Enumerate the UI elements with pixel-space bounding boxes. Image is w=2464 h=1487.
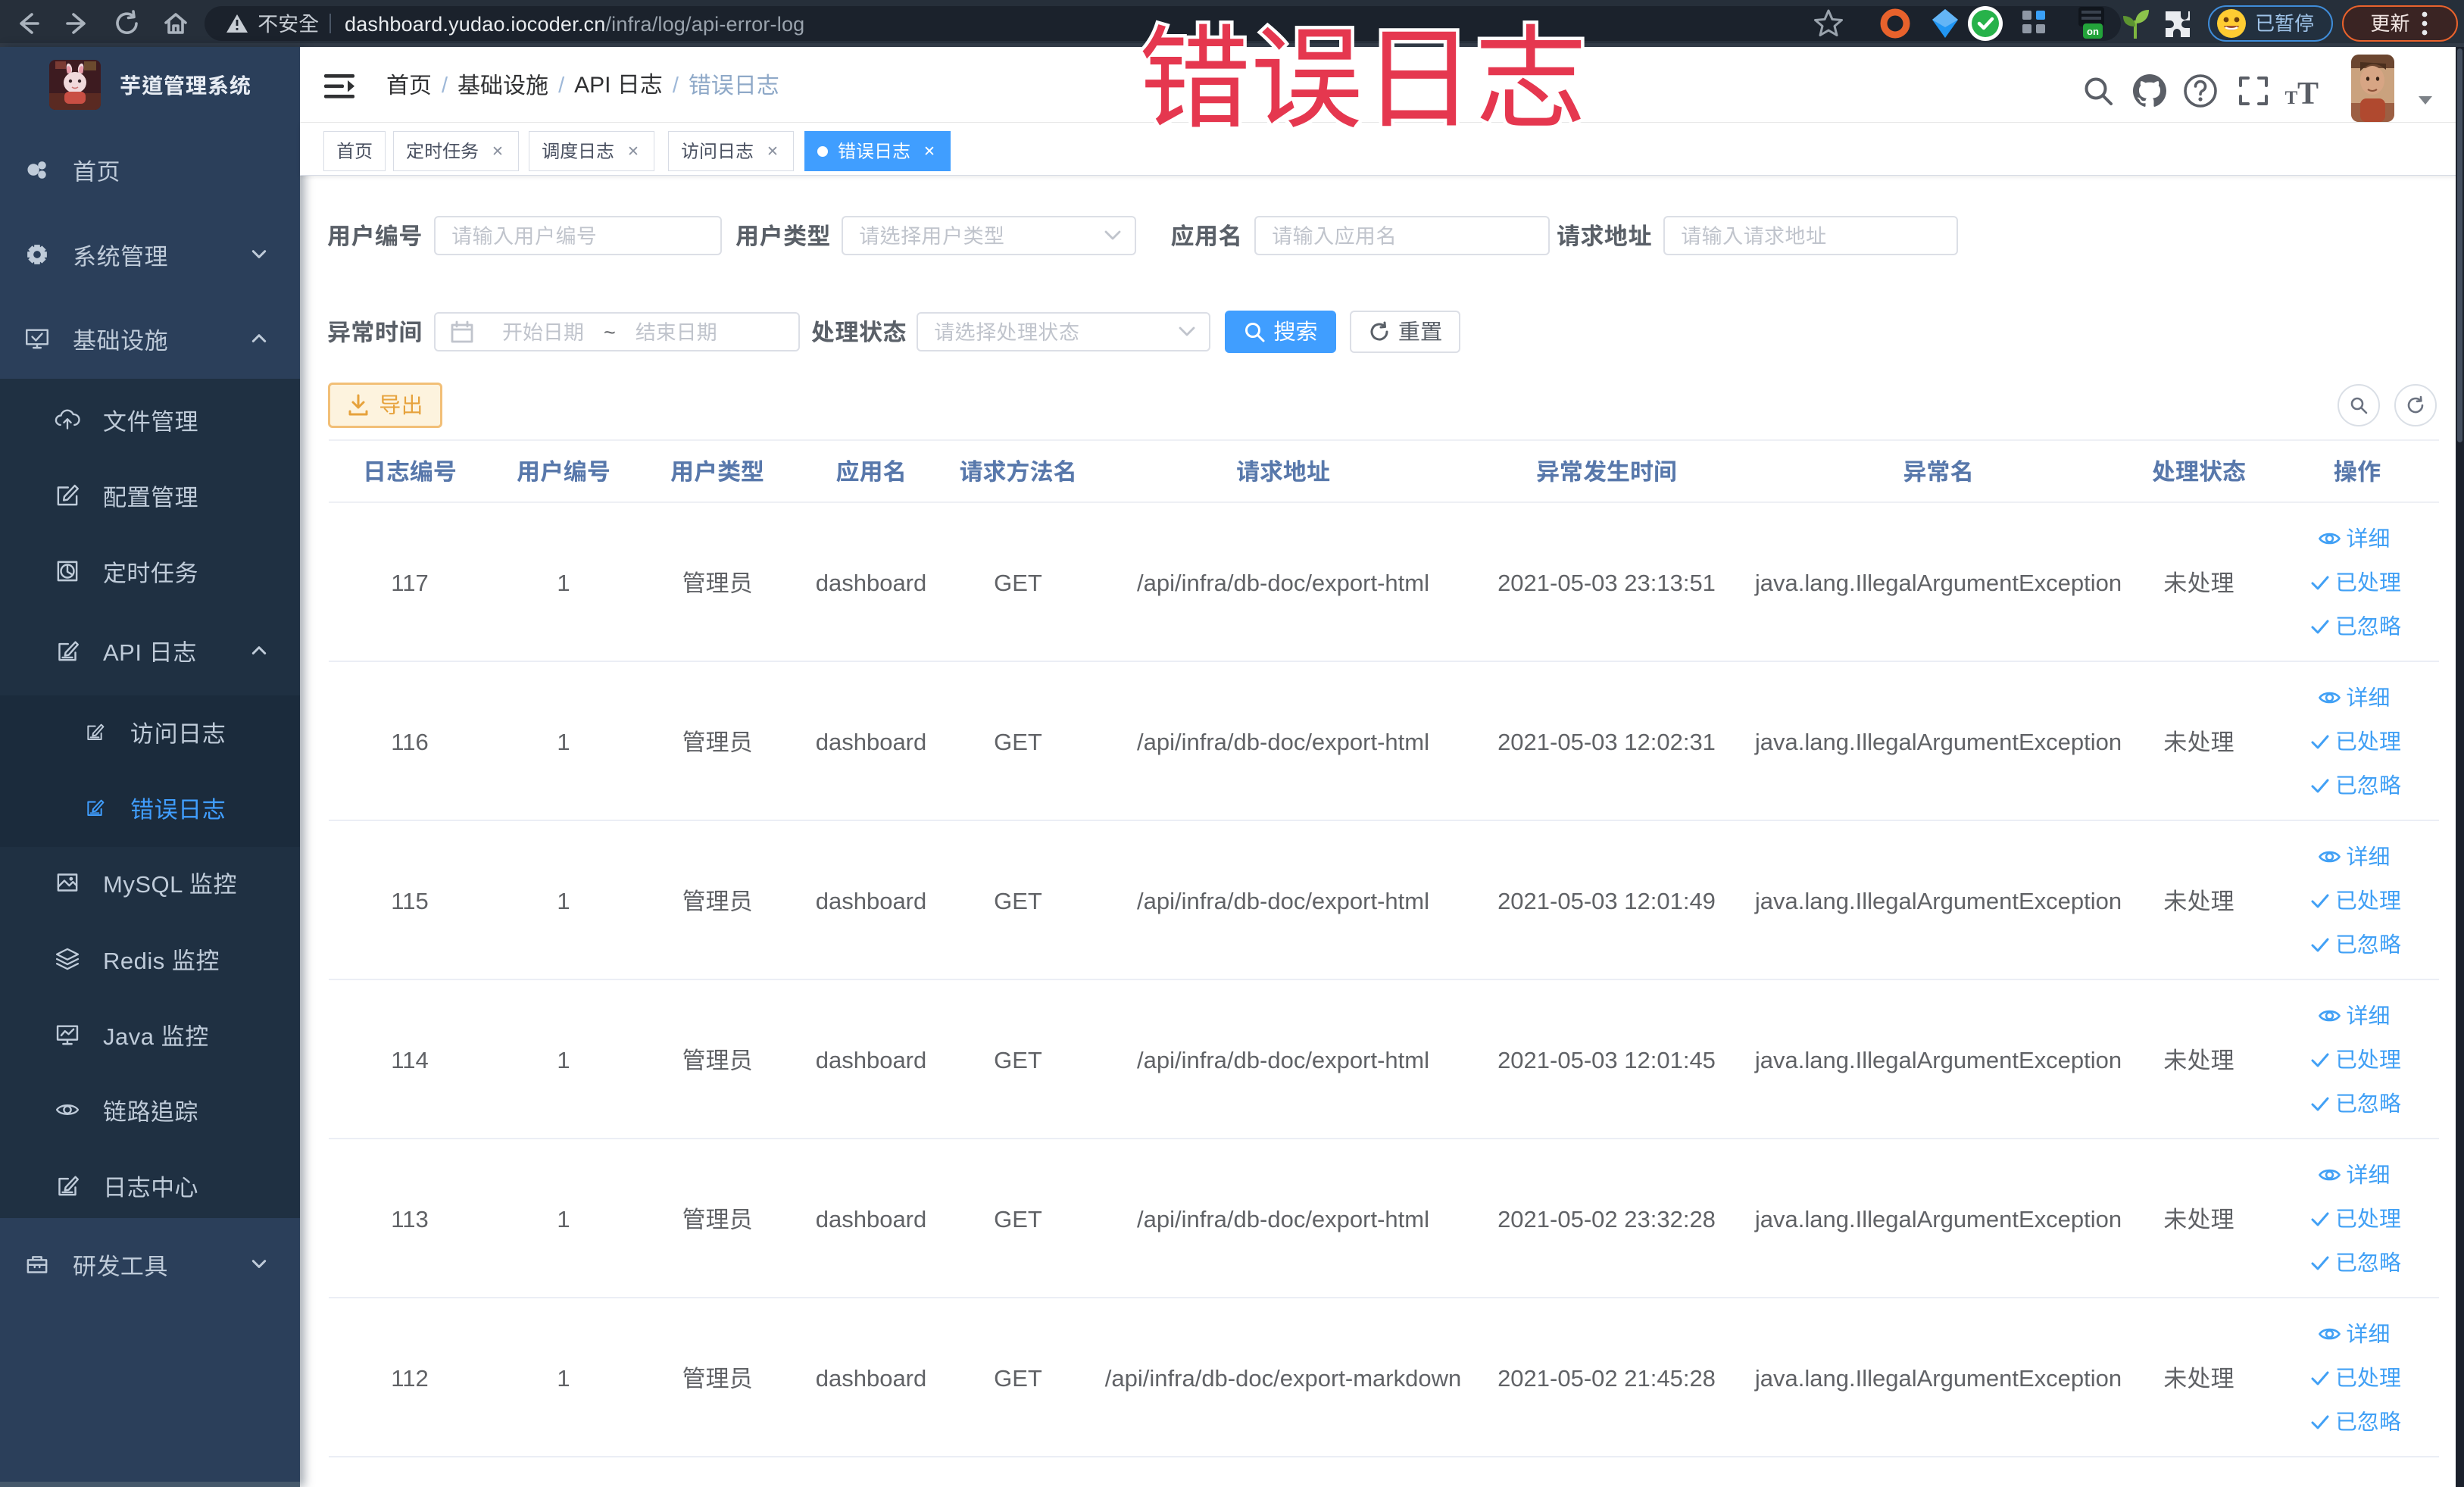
svg-text:on: on — [2087, 26, 2099, 37]
svg-text:错误日志: 错误日志 — [1138, 10, 1587, 142]
svg-text:T: T — [2285, 88, 2298, 108]
svg-text:T: T — [2297, 77, 2319, 108]
